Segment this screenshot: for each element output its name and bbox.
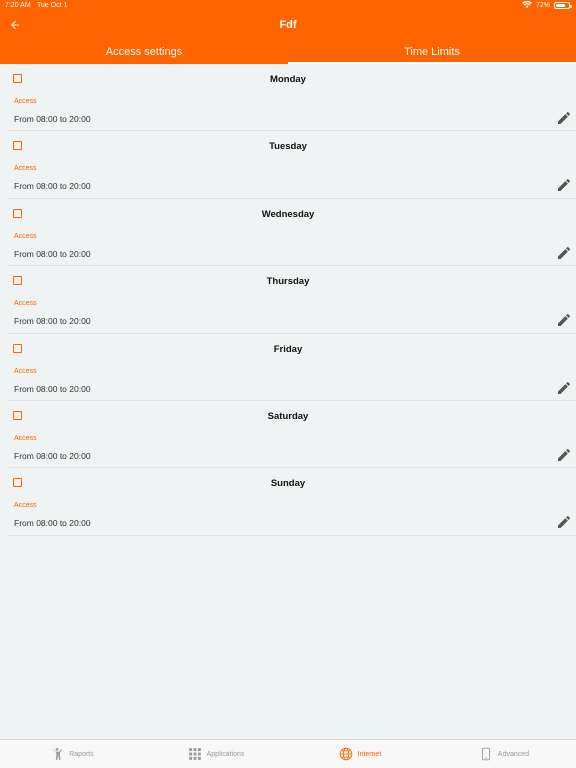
access-time-range: From 08:00 to 20:00 xyxy=(14,518,91,529)
edit-button[interactable] xyxy=(556,380,572,396)
pencil-icon xyxy=(558,516,571,529)
day-row: Thursday Access From 08:00 to 20:00 xyxy=(8,266,576,334)
grid-icon xyxy=(188,748,201,760)
access-label: Access xyxy=(14,300,37,308)
tab-label: Access settings xyxy=(105,46,183,58)
edit-button[interactable] xyxy=(556,177,572,193)
nav-label: Internet xyxy=(357,750,382,758)
app-header: 7:20 AM Tue Oct 1 72% Fdf Access setting… xyxy=(0,0,576,64)
status-indicators: 72% xyxy=(521,1,572,9)
nav-label: Applications xyxy=(206,750,245,758)
day-name: Friday xyxy=(273,343,303,355)
page-title: Fdf xyxy=(279,19,297,31)
edit-button[interactable] xyxy=(556,447,572,463)
tab-access-settings[interactable]: Access settings xyxy=(0,40,288,64)
access-label: Access xyxy=(14,232,37,240)
day-name: Thursday xyxy=(266,276,310,288)
access-time-range: From 08:00 to 20:00 xyxy=(14,450,91,461)
status-date: Tue Oct 1 xyxy=(37,2,68,9)
tab-bar: Access settings Time Limits xyxy=(0,40,576,64)
pencil-icon xyxy=(558,314,571,327)
pencil-icon xyxy=(558,246,571,259)
edit-button[interactable] xyxy=(556,514,572,530)
access-time-range: From 08:00 to 20:00 xyxy=(14,181,91,192)
status-time: 7:20 AM xyxy=(5,2,31,9)
nav-internet[interactable]: Internet xyxy=(288,740,432,768)
tab-label: Time Limits xyxy=(404,46,460,58)
nav-advanced[interactable]: Advanced xyxy=(432,740,576,768)
globe-icon xyxy=(339,747,352,761)
pencil-icon xyxy=(558,179,571,192)
battery-level xyxy=(556,3,565,7)
day-row: Tuesday Access From 08:00 to 20:00 xyxy=(8,131,576,199)
access-time-range: From 08:00 to 20:00 xyxy=(14,316,91,327)
day-name: Wednesday xyxy=(261,208,315,220)
nav-raports[interactable]: Raports xyxy=(0,740,144,768)
wifi-icon xyxy=(521,1,532,8)
access-label: Access xyxy=(14,165,37,173)
day-row: Wednesday Access From 08:00 to 20:00 xyxy=(8,199,576,267)
person-icon xyxy=(52,748,63,760)
edit-button[interactable] xyxy=(556,312,572,328)
access-time-range: From 08:00 to 20:00 xyxy=(14,383,91,394)
status-bar: 7:20 AM Tue Oct 1 72% xyxy=(0,0,576,12)
access-label: Access xyxy=(14,434,37,442)
pencil-icon xyxy=(558,381,571,394)
day-row: Sunday Access From 08:00 to 20:00 xyxy=(8,468,576,536)
bottom-navigation: Raports Applications Internet Advanced xyxy=(0,739,576,768)
access-time-range: From 08:00 to 20:00 xyxy=(14,248,91,259)
day-name: Monday xyxy=(270,74,306,85)
access-label: Access xyxy=(14,502,37,510)
access-time-range: From 08:00 to 20:00 xyxy=(14,114,91,124)
day-row: Friday Access From 08:00 to 20:00 xyxy=(8,334,576,401)
day-row: Monday Access From 08:00 to 20:00 xyxy=(8,64,576,132)
pencil-icon xyxy=(558,111,571,124)
day-name: Saturday xyxy=(267,410,309,422)
tab-time-limits[interactable]: Time Limits xyxy=(288,40,576,64)
nav-applications[interactable]: Applications xyxy=(144,740,288,768)
edit-button[interactable] xyxy=(556,110,572,126)
access-label: Access xyxy=(14,98,37,105)
access-label: Access xyxy=(14,367,37,375)
day-name: Sunday xyxy=(270,478,306,490)
tablet-icon xyxy=(481,747,490,761)
nav-label: Advanced xyxy=(497,750,530,758)
day-name: Tuesday xyxy=(269,141,307,153)
nav-label: Raports xyxy=(69,750,94,758)
edit-button[interactable] xyxy=(556,245,572,261)
pencil-icon xyxy=(558,448,571,461)
battery-percent: 72% xyxy=(535,1,550,9)
battery-icon xyxy=(554,1,572,9)
day-list: Monday Access From 08:00 to 20:00 Tuesda… xyxy=(0,64,576,722)
day-row: Saturday Access From 08:00 to 20:00 xyxy=(8,401,576,469)
